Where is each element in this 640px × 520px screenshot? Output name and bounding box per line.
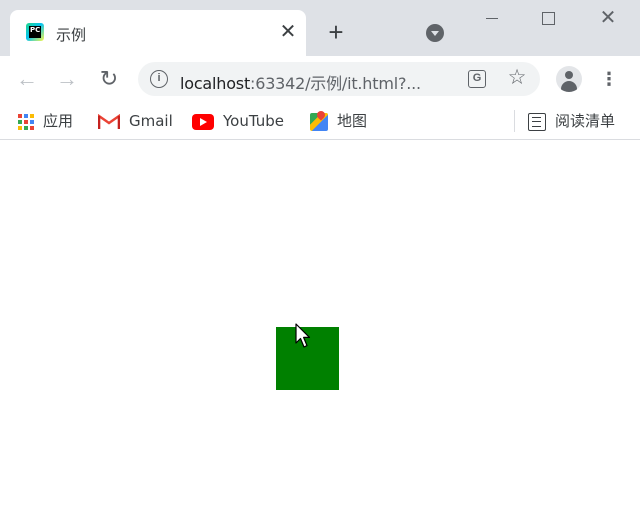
maps-icon bbox=[310, 112, 328, 131]
bookmark-label: 地图 bbox=[337, 112, 368, 130]
address-bar[interactable]: i localhost:63342/示例/it.html?... G ☆ bbox=[138, 62, 540, 96]
reading-list-button[interactable]: 阅读清单 bbox=[528, 110, 615, 132]
tab-search-icon[interactable] bbox=[426, 24, 444, 42]
gmail-icon bbox=[97, 113, 121, 130]
active-tab[interactable]: PC 示例 ✕ bbox=[10, 10, 306, 56]
url-path: :63342/示例/it.html?... bbox=[250, 74, 421, 93]
bookmark-maps[interactable]: 地图 bbox=[310, 110, 367, 132]
page-content bbox=[0, 141, 640, 520]
forward-button[interactable]: → bbox=[54, 66, 80, 92]
browser-toolbar: ← → ↻ i localhost:63342/示例/it.html?... G… bbox=[0, 56, 640, 102]
minimize-icon[interactable] bbox=[486, 18, 498, 19]
window-close-icon[interactable]: ✕ bbox=[598, 8, 618, 28]
reading-list-icon bbox=[528, 112, 546, 131]
bookmarks-divider bbox=[514, 110, 515, 132]
profile-avatar-icon[interactable] bbox=[556, 66, 582, 92]
youtube-icon bbox=[192, 113, 214, 130]
mouse-cursor-icon bbox=[295, 323, 311, 348]
url-text[interactable]: localhost:63342/示例/it.html?... bbox=[180, 70, 421, 94]
bookmark-star-icon[interactable]: ☆ bbox=[506, 66, 528, 90]
maximize-icon[interactable] bbox=[542, 12, 555, 25]
browser-menu-icon[interactable]: ⋮ bbox=[598, 68, 620, 90]
bookmark-label: YouTube bbox=[223, 112, 284, 130]
new-tab-button[interactable]: + bbox=[324, 19, 348, 45]
url-host: localhost bbox=[180, 74, 251, 93]
bookmark-label: 应用 bbox=[43, 112, 74, 130]
tab-title: 示例 bbox=[56, 26, 87, 44]
site-info-icon[interactable]: i bbox=[150, 70, 168, 88]
bookmarks-bar: 应用 Gmail YouTube 地图 阅读清单 bbox=[0, 102, 640, 140]
reading-list-label: 阅读清单 bbox=[555, 112, 616, 130]
bookmark-apps[interactable]: 应用 bbox=[18, 110, 73, 132]
bookmark-youtube[interactable]: YouTube bbox=[192, 110, 284, 132]
back-button[interactable]: ← bbox=[14, 66, 40, 92]
bookmark-label: Gmail bbox=[129, 112, 173, 130]
translate-icon[interactable]: G bbox=[468, 70, 486, 88]
bookmark-gmail[interactable]: Gmail bbox=[97, 110, 173, 132]
tab-close-icon[interactable]: ✕ bbox=[278, 22, 298, 42]
tab-strip: PC 示例 ✕ + ✕ bbox=[0, 0, 640, 56]
reload-button[interactable]: ↻ bbox=[96, 66, 122, 92]
pycharm-favicon-icon: PC bbox=[26, 23, 44, 41]
apps-grid-icon bbox=[18, 113, 34, 130]
